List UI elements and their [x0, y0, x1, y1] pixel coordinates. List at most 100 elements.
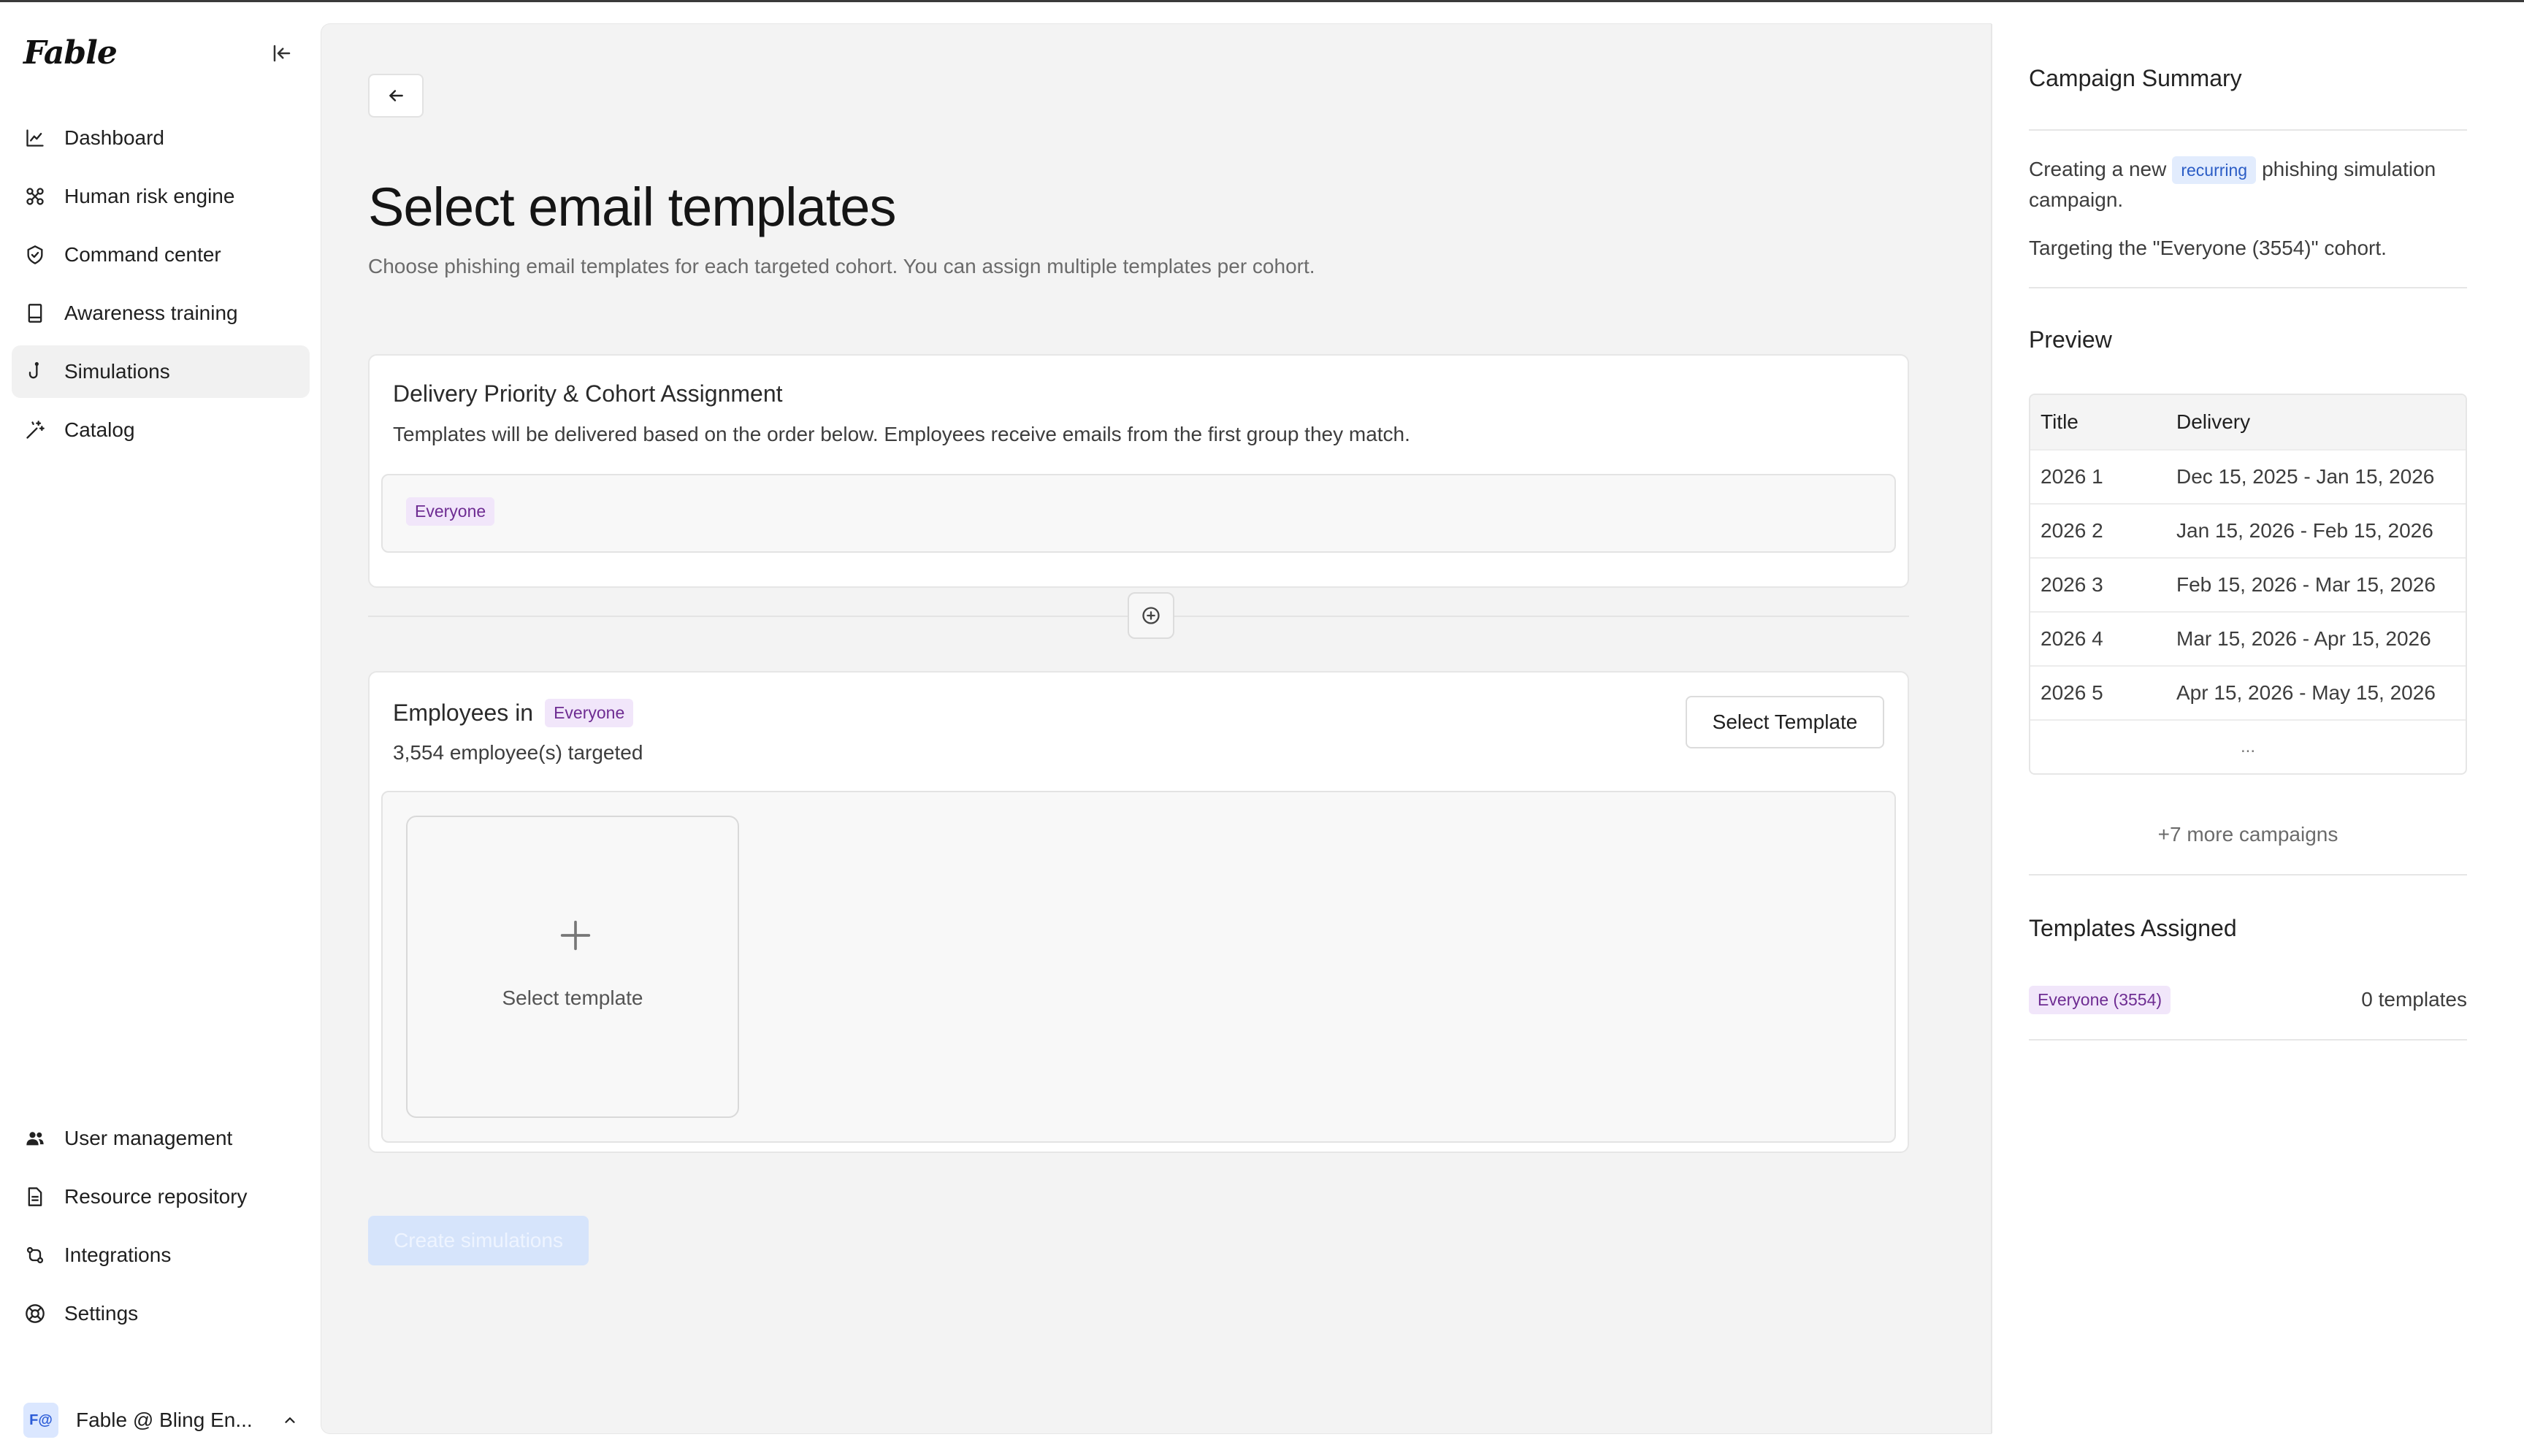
table-cell-delivery: Dec 15, 2025 - Jan 15, 2026 [2176, 465, 2435, 488]
table-row: 2026 4 Mar 15, 2026 - Apr 15, 2026 [2030, 611, 2466, 665]
hook-icon [23, 360, 47, 383]
plus-circle-icon [1142, 607, 1160, 624]
table-header-row: Title Delivery [2030, 395, 2466, 449]
employees-cohort-card: Employees in Everyone 3,554 employee(s) … [368, 671, 1909, 1153]
sidebar: Fable Dashboard Human risk engine Comman… [0, 2, 321, 1456]
secondary-nav: User management Resource repository Inte… [12, 1112, 310, 1346]
nav-item-dashboard[interactable]: Dashboard [12, 112, 310, 164]
page-subtitle: Choose phishing email templates for each… [368, 255, 1315, 277]
nav-item-settings[interactable]: Settings [12, 1287, 310, 1340]
nav-item-label: Human risk engine [64, 185, 235, 207]
nav-item-label: Simulations [64, 360, 170, 383]
select-template-tile[interactable]: Select template [406, 816, 739, 1118]
table-row: 2026 3 Feb 15, 2026 - Mar 15, 2026 [2030, 557, 2466, 611]
plus-icon [560, 920, 591, 951]
collapse-left-icon [273, 45, 291, 62]
create-simulations-button[interactable]: Create simulations [368, 1216, 589, 1265]
book-icon [23, 302, 47, 325]
more-campaigns-text: +7 more campaigns [2157, 823, 2338, 846]
preview-table: Title Delivery 2026 1 Dec 15, 2025 - Jan… [2029, 394, 2467, 775]
nav-item-human-risk-engine[interactable]: Human risk engine [12, 170, 310, 223]
table-row: 2026 1 Dec 15, 2025 - Jan 15, 2026 [2030, 449, 2466, 503]
add-cohort-button[interactable] [1128, 592, 1174, 639]
page-title: Select email templates [368, 177, 896, 237]
primary-nav: Dashboard Human risk engine Command cent… [12, 112, 310, 462]
nav-item-label: Settings [64, 1302, 139, 1325]
nav-item-label: Dashboard [64, 126, 164, 149]
divider [2029, 874, 2467, 875]
assigned-cohort-badge: Everyone (3554) [2029, 985, 2171, 1014]
targeting-text: Targeting the "Everyone (3554)" cohort. [2029, 237, 2387, 259]
table-cell-title: 2026 4 [2041, 627, 2103, 650]
campaign-summary-title: Campaign Summary [2029, 65, 2242, 91]
delivery-card-title: Delivery Priority & Cohort Assignment [393, 380, 783, 407]
table-header-title: Title [2041, 410, 2079, 433]
network-icon [23, 185, 47, 208]
app-root: Fable Dashboard Human risk engine Comman… [0, 0, 2524, 1456]
select-template-tile-label: Select template [502, 986, 643, 1009]
back-button[interactable] [368, 74, 424, 118]
table-cell-delivery: Mar 15, 2026 - Apr 15, 2026 [2176, 627, 2431, 650]
nav-item-awareness-training[interactable]: Awareness training [12, 287, 310, 340]
nav-item-label: Resource repository [64, 1185, 248, 1208]
divider [2029, 287, 2467, 288]
cohort-row[interactable]: Everyone [381, 474, 1896, 553]
cohort-badge: Everyone [406, 497, 495, 526]
magic-wand-icon [23, 418, 47, 442]
nav-item-resource-repository[interactable]: Resource repository [12, 1170, 310, 1223]
collapse-sidebar-button[interactable] [266, 37, 298, 69]
employees-title-text: Employees in [393, 700, 534, 726]
select-template-button[interactable]: Select Template [1686, 696, 1884, 748]
document-icon [23, 1185, 47, 1208]
chart-line-icon [23, 126, 47, 150]
delivery-priority-card: Delivery Priority & Cohort Assignment Te… [368, 354, 1909, 588]
creating-prefix: Creating a new [2029, 158, 2167, 180]
table-cell-title: 2026 5 [2041, 681, 2103, 704]
nav-item-command-center[interactable]: Command center [12, 229, 310, 281]
avatar: F@ [23, 1403, 58, 1438]
nav-item-label: Command center [64, 243, 221, 266]
nav-item-label: User management [64, 1127, 233, 1149]
table-cell-title: 2026 3 [2041, 573, 2103, 596]
table-header-delivery: Delivery [2176, 410, 2251, 433]
table-cell-title: 2026 2 [2041, 519, 2103, 542]
table-cell-delivery: Feb 15, 2026 - Mar 15, 2026 [2176, 573, 2436, 596]
git-compare-icon [23, 1244, 47, 1267]
preview-title: Preview [2029, 326, 2112, 353]
table-cell-title: 2026 1 [2041, 465, 2103, 488]
account-name: Fable @ Bling En... [76, 1409, 253, 1431]
shield-check-icon [23, 243, 47, 267]
table-cell-delivery: Apr 15, 2026 - May 15, 2026 [2176, 681, 2436, 704]
nav-item-integrations[interactable]: Integrations [12, 1229, 310, 1281]
nav-item-simulations[interactable]: Simulations [12, 345, 310, 398]
nav-item-user-management[interactable]: User management [12, 1112, 310, 1165]
nav-item-label: Catalog [64, 418, 135, 441]
table-ellipsis-row: ... [2030, 719, 2466, 773]
assigned-count: 0 templates [2361, 988, 2467, 1011]
nav-item-label: Integrations [64, 1244, 172, 1266]
divider [2029, 1039, 2467, 1041]
cohort-badge: Everyone [545, 699, 634, 727]
template-list: Select template [381, 791, 1896, 1143]
table-row: 2026 5 Apr 15, 2026 - May 15, 2026 [2030, 665, 2466, 719]
top-border [0, 0, 2524, 2]
users-icon [23, 1127, 47, 1150]
employees-card-title: Employees in Everyone [393, 699, 634, 727]
employee-count: 3,554 employee(s) targeted [393, 741, 643, 764]
nav-item-catalog[interactable]: Catalog [12, 404, 310, 456]
divider [2029, 129, 2467, 131]
lifebuoy-icon [23, 1302, 47, 1325]
main-content: Select email templates Choose phishing e… [321, 24, 1991, 1433]
app-logo[interactable]: Fable [23, 34, 118, 72]
table-row: 2026 2 Jan 15, 2026 - Feb 15, 2026 [2030, 503, 2466, 557]
arrow-left-icon [389, 90, 403, 101]
recurring-badge: recurring [2172, 156, 2257, 184]
assigned-row: Everyone (3554) 0 templates [2029, 984, 2467, 1016]
account-switcher[interactable]: F@ Fable @ Bling En... [23, 1403, 301, 1438]
nav-item-label: Awareness training [64, 302, 238, 324]
chevron-up-icon [279, 1409, 301, 1431]
campaign-description: Creating a new recurring phishing simulati… [2029, 154, 2474, 215]
table-cell-delivery: Jan 15, 2026 - Feb 15, 2026 [2176, 519, 2433, 542]
templates-assigned-title: Templates Assigned [2029, 915, 2237, 941]
delivery-card-description: Templates will be delivered based on the… [393, 423, 1410, 445]
